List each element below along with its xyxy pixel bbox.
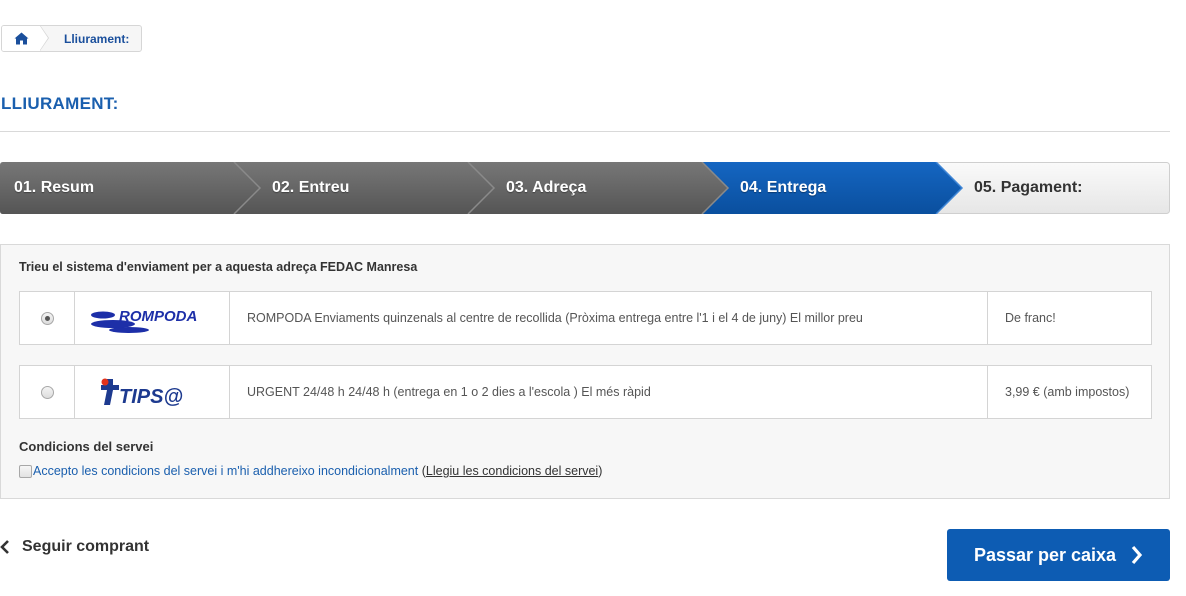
svg-text:TIPS@: TIPS@: [119, 386, 183, 408]
paren-close: ): [598, 464, 603, 478]
step-entrega: 04. Entrega: [740, 179, 827, 196]
paren-open: (: [418, 464, 426, 478]
read-conditions-link[interactable]: Llegiu les condicions del servei: [426, 464, 598, 478]
shipping-option-tipsa[interactable]: TIPS@ URGENT 24/48 h 24/48 h (entrega en…: [19, 365, 1152, 419]
chevron-left-icon: [0, 540, 10, 554]
radio-tipsa[interactable]: [40, 385, 54, 399]
step-resum[interactable]: 01. Resum: [14, 162, 94, 214]
chevron-right-icon: [1130, 545, 1143, 565]
option-price: 3,99 € (amb impostos): [1005, 385, 1130, 399]
option-description: URGENT 24/48 h 24/48 h (entrega en 1 o 2…: [230, 366, 988, 418]
shipping-heading: Trieu el sistema d'enviament per a aques…: [19, 260, 418, 274]
continue-shopping-link[interactable]: Seguir comprant: [0, 538, 149, 556]
radio-cell: [20, 292, 75, 344]
shipping-option-rompoda[interactable]: ROMPODA ROMPODA Enviaments quinzenals al…: [19, 291, 1152, 345]
conditions-title: Condicions del servei: [19, 439, 154, 454]
breadcrumb: Lliurament:: [1, 25, 143, 52]
shipping-panel: Trieu el sistema d'enviament per a aques…: [0, 244, 1170, 499]
option-description: ROMPODA Enviaments quinzenals al centre …: [230, 292, 988, 344]
svg-text:ROMPODA: ROMPODA: [119, 308, 197, 325]
radio-cell: [20, 366, 75, 418]
conditions-row: Accepto les condicions del servei i m'hi…: [19, 464, 602, 478]
accept-conditions-label[interactable]: Accepto les condicions del servei i m'hi…: [33, 464, 418, 478]
step-adreca[interactable]: 03. Adreça: [506, 162, 586, 214]
checkout-button[interactable]: Passar per caixa: [947, 529, 1170, 581]
breadcrumb-current: Lliurament:: [64, 31, 130, 46]
radio-rompoda[interactable]: [40, 311, 54, 325]
tipsa-logo-image: TIPS@: [101, 378, 183, 408]
tipsa-logo: TIPS@: [75, 366, 230, 418]
title-divider: [0, 131, 1170, 132]
breadcrumb-home[interactable]: [2, 26, 49, 51]
accept-conditions-checkbox[interactable]: [19, 464, 32, 478]
step-entreu[interactable]: 02. Entreu: [272, 162, 349, 214]
page-title: LLIURAMENT:: [1, 94, 119, 113]
continue-shopping-label: Seguir comprant: [22, 538, 150, 555]
checkout-steps: 01. Resum 02. Entreu 03. Adreça 04. Entr…: [0, 162, 1170, 214]
step-pagament: 05. Pagament:: [974, 179, 1083, 196]
checkout-label: Passar per caixa: [973, 544, 1117, 565]
option-price: De franc!: [1005, 311, 1056, 325]
home-icon: [14, 32, 28, 45]
rompoda-logo-image: ROMPODA: [89, 302, 215, 334]
rompoda-logo: ROMPODA: [75, 292, 230, 344]
